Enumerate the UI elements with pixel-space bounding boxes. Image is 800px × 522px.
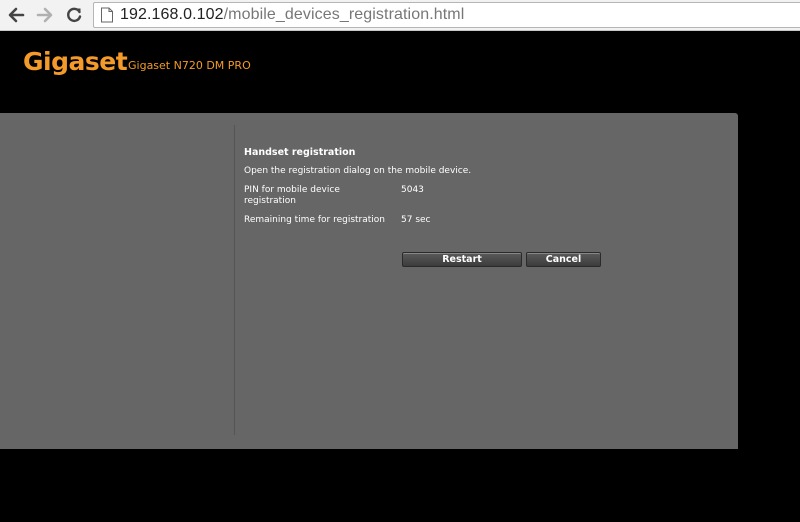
- remaining-time-value: 57 sec: [401, 215, 431, 225]
- registration-instruction: Open the registration dialog on the mobi…: [244, 166, 472, 176]
- remaining-time-label: Remaining time for registration: [244, 215, 386, 225]
- url-text: 192.168.0.102/mobile_devices_registratio…: [120, 6, 464, 24]
- page-title: Handset registration: [244, 147, 356, 158]
- device-model: Gigaset N720 DM PRO: [128, 59, 251, 72]
- pin-value: 5043: [401, 185, 424, 195]
- reload-icon: [67, 7, 82, 23]
- reload-button[interactable]: [62, 4, 86, 26]
- page-icon: [96, 3, 118, 27]
- url-path: /mobile_devices_registration.html: [223, 6, 465, 23]
- main-panel: Handset registration Open the registrati…: [0, 113, 738, 449]
- browser-toolbar: 192.168.0.102/mobile_devices_registratio…: [0, 0, 800, 31]
- cancel-button[interactable]: Cancel: [526, 252, 601, 267]
- back-arrow-icon: [8, 7, 25, 23]
- forward-arrow-icon: [36, 7, 53, 23]
- back-button[interactable]: [4, 4, 28, 26]
- page: Gigaset Gigaset N720 DM PRO Handset regi…: [0, 31, 800, 522]
- panel-divider: [234, 125, 235, 435]
- address-bar[interactable]: 192.168.0.102/mobile_devices_registratio…: [93, 2, 800, 28]
- gigaset-logo: Gigaset: [23, 47, 128, 76]
- restart-button[interactable]: Restart: [402, 252, 522, 267]
- forward-button[interactable]: [33, 4, 57, 26]
- pin-label: PIN for mobile device registration: [244, 185, 340, 206]
- url-host: 192.168.0.102: [120, 6, 224, 23]
